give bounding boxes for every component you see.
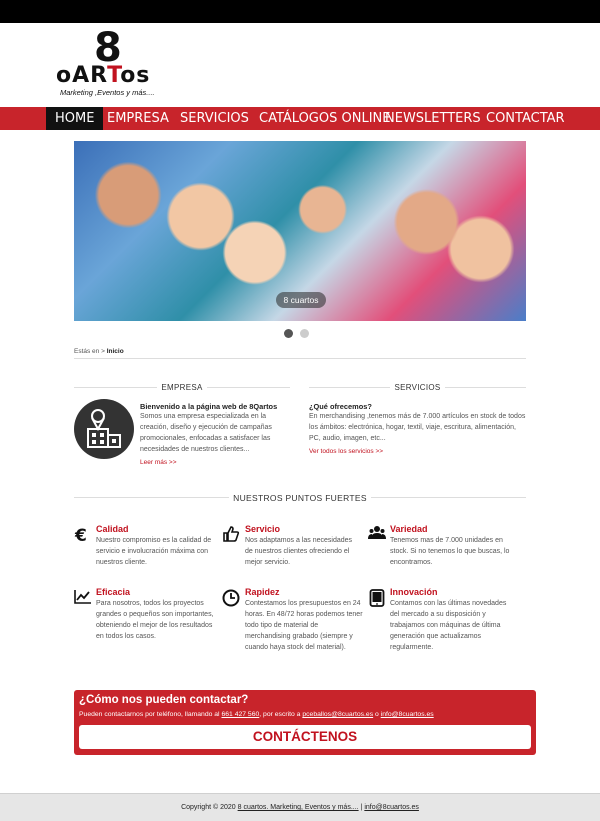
empresa-body: Somos una empresa especializada en la cr… [140,413,272,454]
footer-company-link[interactable]: 8 cuartos. Marketing, Eventos y más.... [238,804,359,811]
strength-title-eficacia: Eficacia [96,587,131,597]
servicios-view-all-link[interactable]: Ver todos los servicios >> [309,448,383,455]
logo-tagline: Marketing ,Eventos y más.... [60,88,155,97]
nav-item-newsletters[interactable]: NEWSLETTERS [385,107,481,130]
contact-line: Pueden contactarnos por teléfono, llaman… [79,711,434,718]
nav-item-empresa[interactable]: EMPRESA [107,107,169,130]
nav-item-catalogos[interactable]: CATÁLOGOS ONLINE [259,107,390,130]
strength-body-servicio: Nos adaptamos a las necesidades de nuest… [245,537,353,567]
strength-body-innovacion: Contamos con las últimas novedades del m… [390,600,507,652]
phone-link[interactable]: 661 427 560 [221,711,259,718]
euro-icon: € [74,526,87,544]
strength-title-servicio: Servicio [245,524,281,534]
strength-title-variedad: Variedad [390,524,428,534]
nav-item-servicios[interactable]: SERVICIOS [180,107,249,130]
hero-slider-image[interactable]: 8 cuartos [74,141,526,321]
breadcrumb-prefix: Estás en > [74,348,105,355]
footer: Copyright © 2020 8 cuartos. Marketing, E… [0,793,600,821]
slider-dot-active[interactable] [284,329,293,338]
strength-body-rapidez: Contestamos los presupuestos en 24 horas… [245,600,363,652]
email-link-info[interactable]: info@8cuartos.es [381,711,434,718]
breadcrumb-current: Inicio [106,348,124,355]
users-icon [368,526,386,539]
slider-dot[interactable] [300,329,309,338]
footer-email-link[interactable]: info@8cuartos.es [364,804,419,811]
strength-title-innovacion: Innovación [390,587,438,597]
breadcrumb: Estás en > Inicio [74,348,124,355]
strength-body-variedad: Tenemos mas de 7.000 unidades en stock. … [390,537,510,567]
slider-caption: 8 cuartos [276,292,326,308]
strength-body-calidad: Nuestro compromiso es la calidad de serv… [96,537,212,567]
tablet-icon [369,589,385,607]
empresa-title: Bienvenido a la página web de 8Qartos [140,402,278,411]
top-black-bar [0,0,600,23]
nav-item-contactar[interactable]: CONTACTAR [486,107,565,130]
line-chart-icon [74,590,91,604]
footer-copyright: Copyright © 2020 8 cuartos. Marketing, E… [181,804,419,811]
servicios-title: ¿Qué ofrecemos? [309,402,372,411]
divider [74,358,526,359]
logo-number: 8 [94,25,122,71]
empresa-heading: EMPRESA [74,383,290,392]
thumbs-up-icon [223,526,240,542]
strengths-heading: NUESTROS PUNTOS FUERTES [74,493,526,503]
strength-title-calidad: Calidad [96,524,129,534]
servicios-heading: SERVICIOS [309,383,526,392]
clock-icon [222,589,240,607]
empresa-read-more-link[interactable]: Leer más >> [140,459,177,466]
contact-button[interactable]: CONTÁCTENOS [79,725,531,749]
contact-box: ¿Cómo nos pueden contactar? Pueden conta… [74,690,536,755]
building-location-icon [74,399,134,459]
strength-body-eficacia: Para nosotros, todos los proyectos grand… [96,600,214,641]
main-navigation: HOME EMPRESA SERVICIOS CATÁLOGOS ONLINE … [0,107,600,130]
svg-text:€: € [74,526,87,544]
logo-word: oARTos [56,63,151,88]
servicios-body: En merchandising ,tenemos más de 7.000 a… [309,413,526,443]
contact-question: ¿Cómo nos pueden contactar? [79,694,249,706]
nav-item-home[interactable]: HOME [46,107,104,130]
strength-title-rapidez: Rapidez [245,587,280,597]
site-logo[interactable]: 8 oARTos Marketing ,Eventos y más.... [56,25,160,98]
email-link-pceballos[interactable]: pceballos@8cuartos.es [302,711,373,718]
